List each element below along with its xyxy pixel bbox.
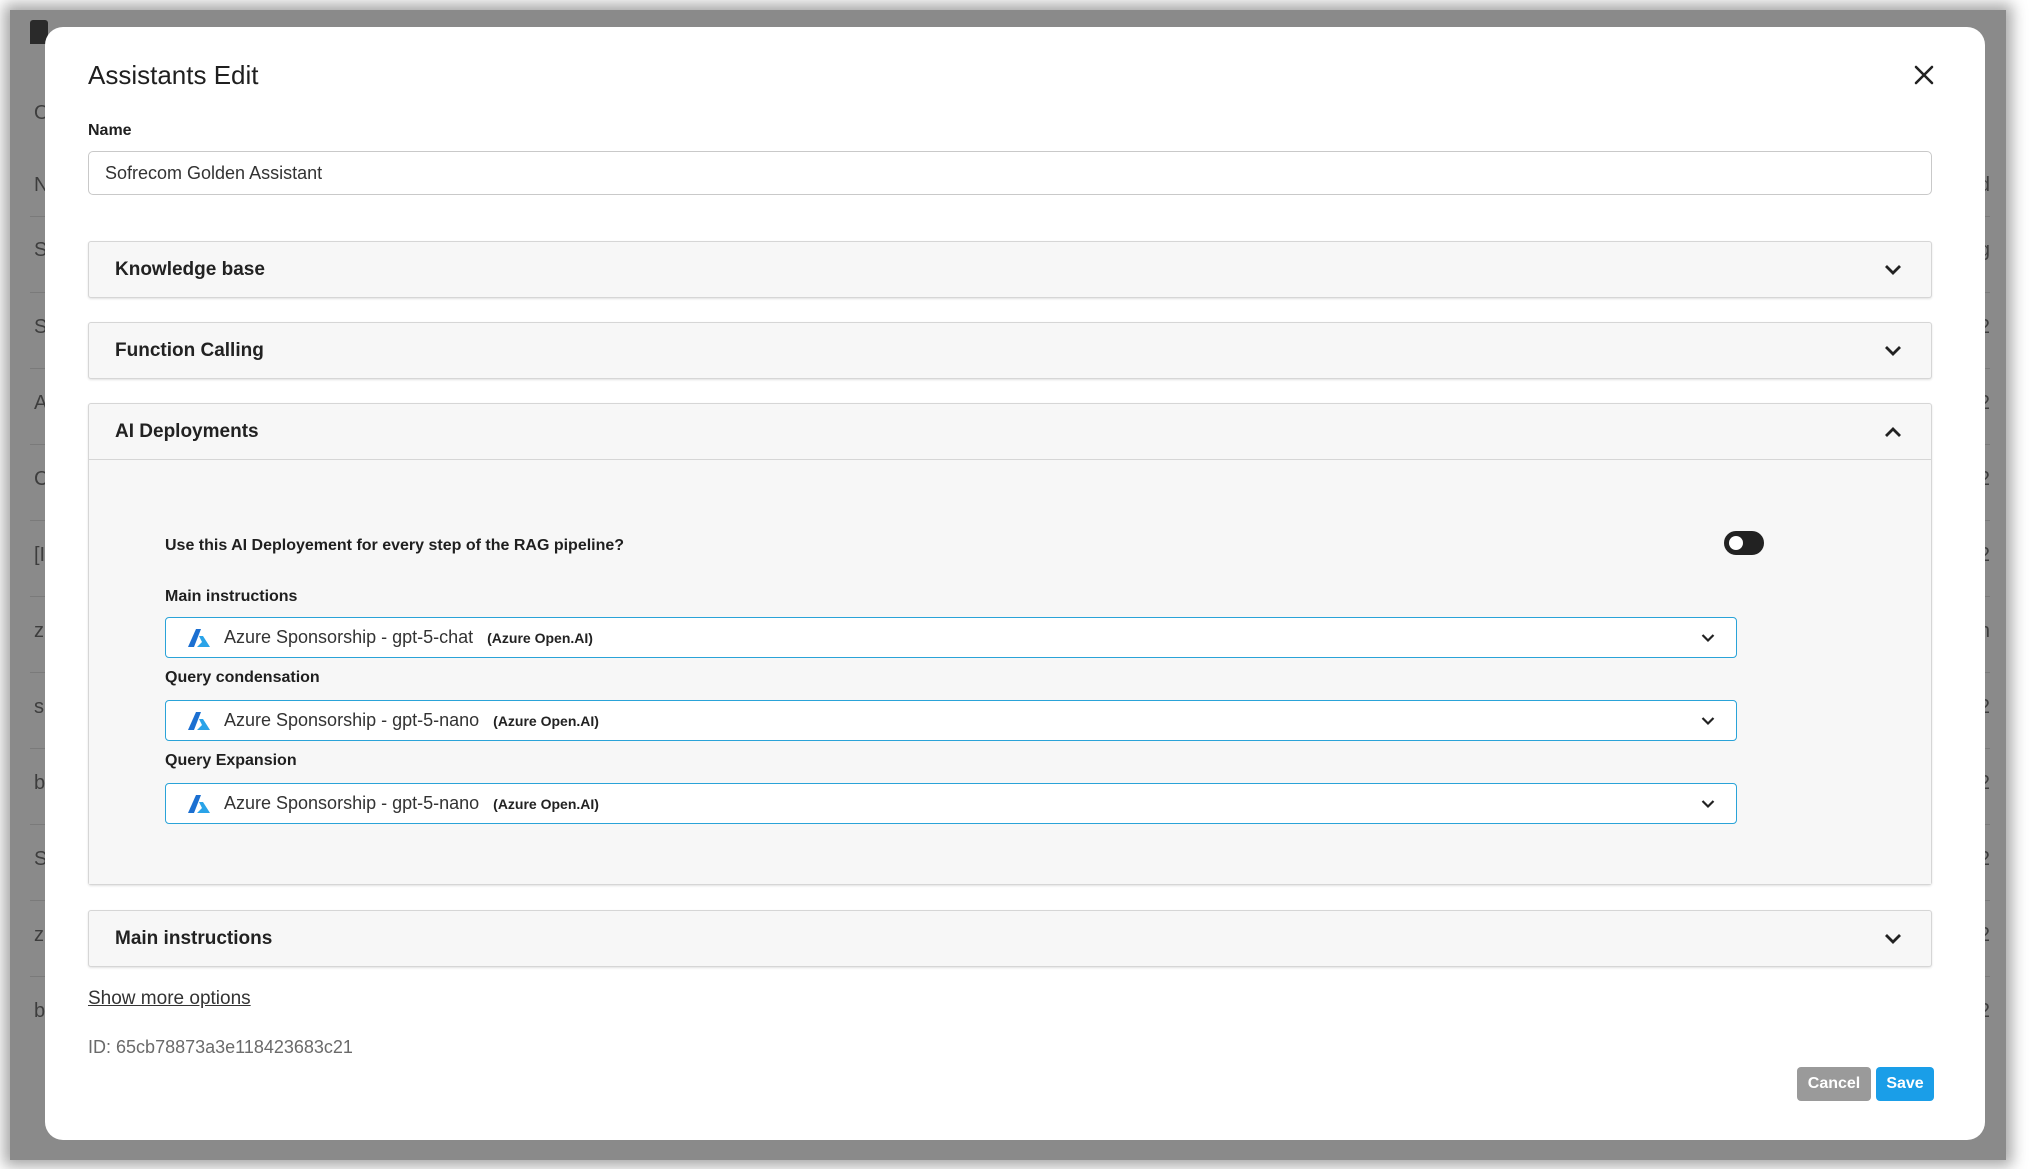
assistant-id: ID: 65cb78873a3e118423683c21: [88, 1037, 353, 1058]
accordion-header-function-calling[interactable]: Function Calling: [89, 323, 1931, 378]
accordion-ai-deployments: AI Deployments Use this AI Deployement f…: [88, 403, 1932, 885]
accordion-knowledge-base: Knowledge base: [88, 241, 1932, 298]
cancel-button[interactable]: Cancel: [1797, 1067, 1871, 1101]
accordion-body-ai-deployments: Use this AI Deployement for every step o…: [89, 459, 1931, 884]
select-provider: (Azure Open.AI): [493, 795, 599, 812]
chevron-down-icon: [1881, 339, 1905, 363]
main-instructions-select[interactable]: Azure Sponsorship - gpt-5-chat (Azure Op…: [165, 617, 1737, 658]
select-value: Azure Sponsorship - gpt-5-nano: [224, 710, 480, 730]
chevron-up-icon: [1881, 420, 1905, 444]
azure-logo-icon: [188, 711, 210, 731]
modal-title: Assistants Edit: [88, 60, 259, 90]
select-value: Azure Sponsorship - gpt-5-nano: [224, 793, 480, 813]
background-cell: [I: [34, 544, 46, 566]
chevron-down-icon: [1698, 711, 1718, 731]
accordion-title: Knowledge base: [115, 258, 265, 280]
azure-logo-icon: [188, 628, 210, 648]
chevron-down-icon: [1881, 927, 1905, 951]
accordion-header-ai-deployments[interactable]: AI Deployments: [89, 404, 1931, 459]
save-button[interactable]: Save: [1876, 1067, 1934, 1101]
chevron-down-icon: [1698, 628, 1718, 648]
background-cell: z: [34, 620, 44, 642]
name-label: Name: [88, 122, 132, 139]
background-cell: b: [34, 1000, 46, 1022]
accordion-function-calling: Function Calling: [88, 322, 1932, 379]
rag-pipeline-question: Use this AI Deployement for every step o…: [165, 537, 625, 554]
chevron-down-icon: [1698, 794, 1718, 814]
query-expansion-label: Query Expansion: [165, 752, 297, 769]
id-label: ID:: [88, 1037, 112, 1057]
assistant-edit-modal: Assistants Edit Name Knowledge base Func…: [45, 27, 1985, 1140]
chevron-down-icon: [1881, 258, 1905, 282]
query-condensation-select[interactable]: Azure Sponsorship - gpt-5-nano (Azure Op…: [165, 700, 1737, 741]
background-cell: s: [34, 696, 44, 718]
toggle-knob: [1729, 536, 1743, 550]
accordion-header-knowledge-base[interactable]: Knowledge base: [89, 242, 1931, 297]
accordion-title: AI Deployments: [115, 420, 259, 442]
azure-logo-icon: [188, 794, 210, 814]
select-value: Azure Sponsorship - gpt-5-chat: [224, 627, 474, 647]
accordion-header-main-instructions[interactable]: Main instructions: [89, 911, 1931, 966]
main-instructions-label: Main instructions: [165, 588, 298, 605]
accordion-title: Main instructions: [115, 927, 273, 949]
accordion-main-instructions: Main instructions: [88, 910, 1932, 967]
background-cell: b: [34, 772, 46, 794]
name-input[interactable]: [88, 151, 1932, 195]
accordion-title: Function Calling: [115, 339, 264, 361]
query-condensation-label: Query condensation: [165, 669, 320, 686]
select-provider: (Azure Open.AI): [493, 712, 599, 729]
rag-pipeline-toggle[interactable]: [1724, 531, 1764, 555]
id-value: 65cb78873a3e118423683c21: [116, 1037, 353, 1057]
query-expansion-select[interactable]: Azure Sponsorship - gpt-5-nano (Azure Op…: [165, 783, 1737, 824]
close-icon: [1914, 65, 1934, 85]
close-button[interactable]: [1906, 57, 1942, 93]
background-cell: z: [34, 924, 44, 946]
select-provider: (Azure Open.AI): [487, 629, 593, 646]
show-more-options-link[interactable]: Show more options: [88, 988, 251, 1010]
